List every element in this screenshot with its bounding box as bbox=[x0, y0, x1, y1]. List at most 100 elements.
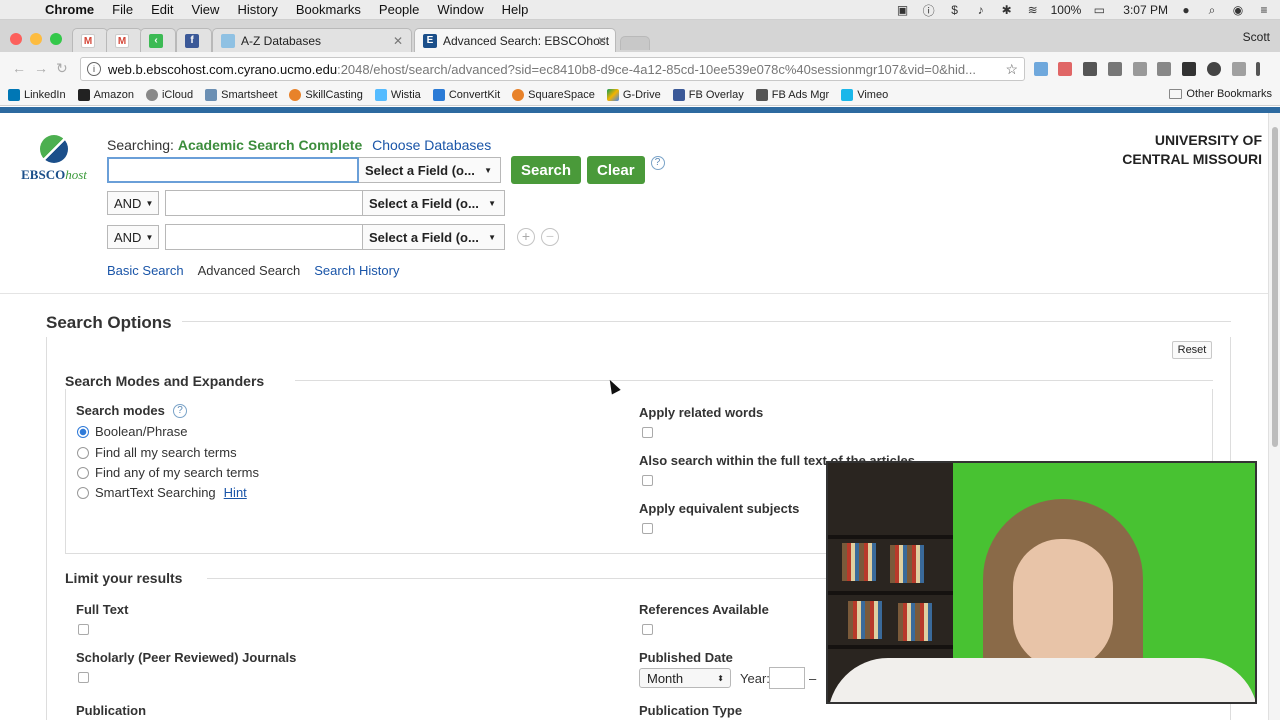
bluetooth-icon[interactable]: ✱ bbox=[999, 3, 1015, 17]
apply-equivalent-subjects-checkbox[interactable] bbox=[642, 523, 653, 534]
clear-button[interactable]: Clear bbox=[587, 156, 645, 184]
radio-selected[interactable] bbox=[77, 425, 89, 438]
references-available-checkbox[interactable] bbox=[642, 624, 653, 635]
mode-boolean-phrase[interactable]: Boolean/Phrase bbox=[77, 424, 188, 439]
mode-smarttext[interactable]: SmartText Searching Hint bbox=[77, 485, 247, 500]
menu-edit[interactable]: Edit bbox=[142, 2, 182, 17]
search-full-text-checkbox[interactable] bbox=[642, 475, 653, 486]
clock[interactable]: 3:07 PM bbox=[1123, 3, 1168, 17]
dollar-icon[interactable]: $ bbox=[947, 3, 963, 17]
bookmark-fb-overlay[interactable]: FB Overlay bbox=[672, 89, 744, 101]
bookmark-wistia[interactable]: Wistia bbox=[374, 89, 421, 101]
field-select-3[interactable]: Select a Field (o... ▼ bbox=[363, 224, 505, 250]
wifi-icon[interactable]: ≋ bbox=[1025, 3, 1041, 17]
mode-find-any[interactable]: Find any of my search terms bbox=[77, 465, 259, 480]
extension-icon-5[interactable] bbox=[1133, 62, 1147, 76]
tab-green-app[interactable]: ‹ bbox=[140, 28, 176, 52]
new-tab-button[interactable] bbox=[620, 36, 650, 50]
address-bar[interactable]: i web.b.ebscohost.com.cyrano.ucmo.edu :2… bbox=[80, 57, 1025, 81]
screen-record-icon[interactable]: ▣ bbox=[895, 3, 911, 17]
bookmark-convertkit[interactable]: ConvertKit bbox=[432, 89, 500, 101]
extension-icon-2[interactable] bbox=[1058, 62, 1072, 76]
close-tab-icon[interactable]: ✕ bbox=[597, 34, 607, 48]
zoom-window-icon[interactable] bbox=[50, 33, 62, 45]
field-select-2[interactable]: Select a Field (o... ▼ bbox=[363, 190, 505, 216]
chrome-menu-icon[interactable] bbox=[1256, 62, 1260, 76]
mode-find-all[interactable]: Find all my search terms bbox=[77, 445, 237, 460]
extension-icon-1[interactable] bbox=[1034, 62, 1048, 76]
bookmark-skillcasting[interactable]: SkillCasting bbox=[289, 89, 363, 101]
extension-icon-9[interactable] bbox=[1232, 62, 1246, 76]
site-info-icon[interactable]: i bbox=[87, 62, 101, 76]
bookmark-vimeo[interactable]: Vimeo bbox=[841, 89, 888, 101]
menu-app-name[interactable]: Chrome bbox=[36, 2, 103, 17]
profile-name[interactable]: Scott bbox=[1243, 30, 1270, 44]
radio-unselected[interactable] bbox=[77, 466, 89, 479]
extension-icon-4[interactable] bbox=[1108, 62, 1122, 76]
help-icon[interactable]: ? bbox=[650, 156, 665, 170]
remove-row-icon[interactable]: − bbox=[541, 228, 559, 246]
basic-search-link[interactable]: Basic Search bbox=[107, 263, 184, 278]
search-term-input-3[interactable] bbox=[165, 224, 363, 250]
notification-center-icon[interactable]: ≡ bbox=[1256, 3, 1272, 17]
bookmark-squarespace[interactable]: SquareSpace bbox=[512, 89, 595, 101]
bookmark-g-drive[interactable]: G-Drive bbox=[606, 89, 661, 101]
radio-unselected[interactable] bbox=[77, 446, 89, 459]
forward-icon[interactable]: → bbox=[34, 60, 48, 76]
ebscohost-logo[interactable]: EBSCOhost bbox=[16, 135, 92, 183]
extension-icon-3[interactable] bbox=[1083, 62, 1097, 76]
menu-bookmarks[interactable]: Bookmarks bbox=[287, 2, 370, 17]
other-bookmarks[interactable]: Other Bookmarks bbox=[1169, 88, 1272, 100]
search-button[interactable]: Search bbox=[511, 156, 582, 184]
search-term-input-2[interactable] bbox=[165, 190, 363, 216]
apply-related-words-checkbox[interactable] bbox=[642, 427, 653, 438]
menu-help[interactable]: Help bbox=[493, 2, 538, 17]
search-term-input-1[interactable] bbox=[107, 157, 359, 183]
bookmark-fb-ads-mgr[interactable]: FB Ads Mgr bbox=[755, 89, 829, 101]
extension-icon-8[interactable] bbox=[1207, 62, 1221, 76]
add-row-icon[interactable]: + bbox=[517, 228, 535, 246]
search-modes-help-icon[interactable]: ? bbox=[173, 404, 187, 418]
back-icon[interactable]: ← bbox=[12, 60, 26, 76]
menu-view[interactable]: View bbox=[182, 2, 228, 17]
menu-window[interactable]: Window bbox=[428, 2, 492, 17]
tab-gmail-1[interactable]: M bbox=[72, 28, 108, 52]
full-text-checkbox[interactable] bbox=[78, 624, 89, 635]
layers-icon[interactable] bbox=[1182, 62, 1196, 76]
published-year-input[interactable] bbox=[769, 667, 805, 689]
bookmark-amazon[interactable]: Amazon bbox=[77, 89, 134, 101]
tab-gmail-2[interactable]: M bbox=[106, 28, 142, 52]
page-scrollbar[interactable] bbox=[1268, 113, 1280, 720]
close-tab-icon[interactable]: ✕ bbox=[393, 34, 403, 48]
reload-icon[interactable]: ↻ bbox=[56, 60, 68, 77]
boolean-operator-select-3[interactable]: AND ▼ bbox=[107, 225, 159, 249]
tab-facebook[interactable]: f bbox=[176, 28, 212, 52]
info-icon[interactable]: ⓘ bbox=[921, 2, 937, 19]
hint-link[interactable]: Hint bbox=[224, 485, 247, 500]
minimize-window-icon[interactable] bbox=[30, 33, 42, 45]
menu-history[interactable]: History bbox=[228, 2, 286, 17]
published-month-select[interactable]: Month ⬍ bbox=[639, 668, 731, 688]
reset-button[interactable]: Reset bbox=[1172, 341, 1212, 359]
boolean-operator-select-2[interactable]: AND ▼ bbox=[107, 191, 159, 215]
menu-people[interactable]: People bbox=[370, 2, 428, 17]
tab-advanced-search[interactable]: E Advanced Search: EBSCOhost ✕ bbox=[414, 28, 616, 52]
radio-unselected[interactable] bbox=[77, 486, 89, 499]
choose-databases-link[interactable]: Choose Databases bbox=[372, 137, 491, 153]
scholarly-journals-checkbox[interactable] bbox=[78, 672, 89, 683]
bookmark-linkedin[interactable]: LinkedIn bbox=[8, 89, 66, 101]
tab-a-z-databases[interactable]: A-Z Databases ✕ bbox=[212, 28, 412, 52]
search-history-link[interactable]: Search History bbox=[314, 263, 399, 278]
microphone-icon[interactable]: ♪ bbox=[973, 3, 989, 17]
bookmark-smartsheet[interactable]: Smartsheet bbox=[205, 89, 277, 101]
spotlight-search-icon[interactable]: ⌕ bbox=[1204, 3, 1220, 18]
bookmark-icloud[interactable]: iCloud bbox=[145, 89, 193, 101]
siri-icon[interactable]: ◉ bbox=[1230, 3, 1246, 17]
scrollbar-thumb[interactable] bbox=[1272, 127, 1278, 447]
battery-icon[interactable]: ▭ bbox=[1091, 3, 1107, 17]
field-select-1[interactable]: Select a Field (o... ▼ bbox=[359, 157, 501, 183]
close-window-icon[interactable] bbox=[10, 33, 22, 45]
menu-file[interactable]: File bbox=[103, 2, 142, 17]
extension-icon-6[interactable] bbox=[1157, 62, 1171, 76]
user-icon[interactable]: ● bbox=[1178, 3, 1194, 17]
